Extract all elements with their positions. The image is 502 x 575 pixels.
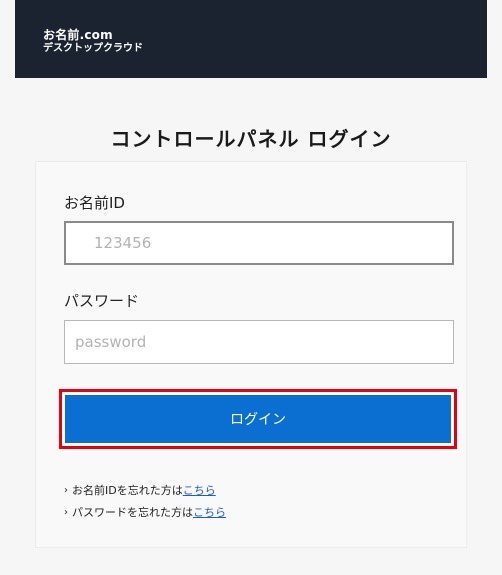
- brand-logo-text: お名前.com: [43, 28, 113, 42]
- login-button-highlight: ログイン: [59, 389, 457, 449]
- login-panel: お名前ID パスワード ログイン › お名前IDを忘れた方は こちら › パスワ…: [35, 161, 467, 548]
- password-field-label: パスワード: [64, 292, 140, 310]
- forgot-id-row: › お名前IDを忘れた方は こちら: [64, 480, 226, 502]
- help-links: › お名前IDを忘れた方は こちら › パスワードを忘れた方は こちら: [64, 480, 226, 524]
- forgot-id-text: お名前IDを忘れた方は: [72, 484, 183, 497]
- page-title: コントロールパネル ログイン: [110, 127, 392, 151]
- login-button[interactable]: ログイン: [65, 395, 451, 443]
- forgot-password-text: パスワードを忘れた方は: [72, 506, 193, 519]
- forgot-id-link[interactable]: こちら: [183, 480, 216, 502]
- header-bar: お名前.com デスクトップクラウド: [15, 0, 487, 78]
- forgot-password-link[interactable]: こちら: [193, 502, 226, 524]
- forgot-password-row: › パスワードを忘れた方は こちら: [64, 502, 226, 524]
- chevron-right-icon: ›: [64, 507, 68, 518]
- brand-product-name: デスクトップクラウド: [43, 43, 143, 54]
- id-field-label: お名前ID: [64, 194, 125, 212]
- password-input[interactable]: [64, 320, 454, 364]
- chevron-right-icon: ›: [64, 485, 68, 496]
- id-input[interactable]: [64, 221, 454, 265]
